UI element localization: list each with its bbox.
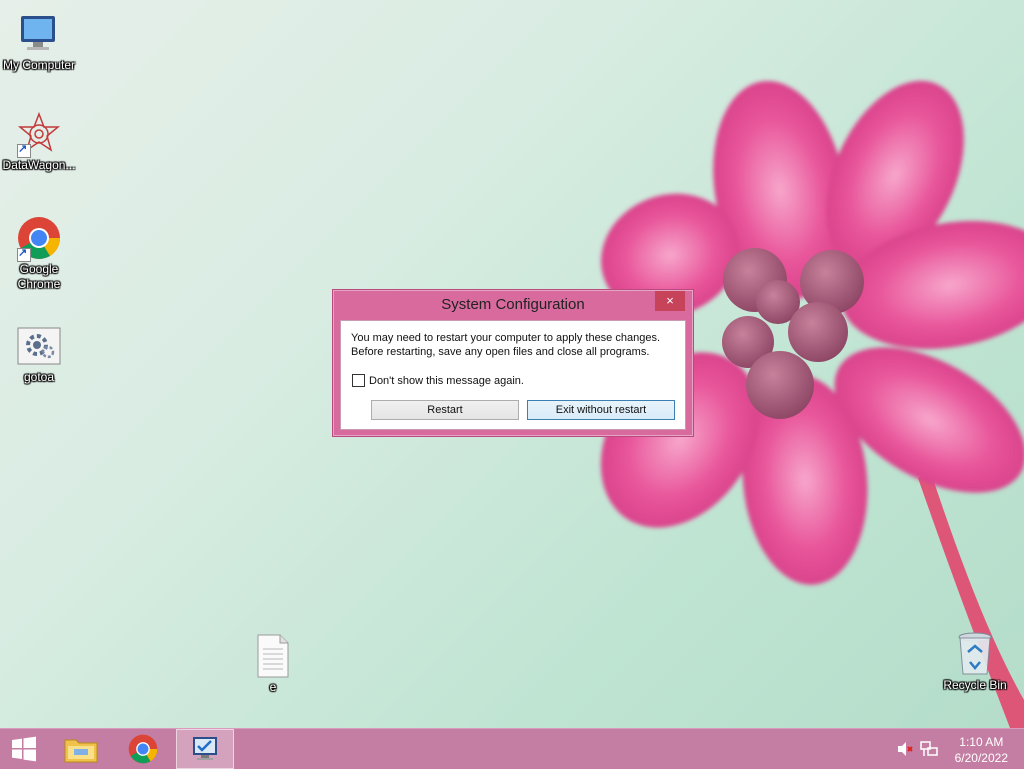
dialog-message: You may need to restart your computer to…: [351, 331, 660, 359]
desktop-icon-google-chrome[interactable]: Google Chrome: [0, 216, 78, 292]
desktop-icon-label: My Computer: [2, 58, 76, 72]
desktop-icon-datawagon[interactable]: DataWagon...: [0, 112, 78, 173]
settings-gear-icon: [15, 324, 63, 368]
taskbar-system-configuration[interactable]: [176, 729, 234, 769]
clock-time: 1:10 AM: [959, 735, 1004, 749]
recycle-bin-icon: [951, 632, 999, 676]
text-file-icon: [249, 634, 297, 678]
dialog-titlebar[interactable]: System Configuration ×: [333, 290, 693, 320]
dont-show-again-label[interactable]: Don't show this message again.: [369, 375, 524, 387]
exit-without-restart-button[interactable]: Exit without restart: [527, 400, 675, 420]
dialog-content: You may need to restart your computer to…: [340, 320, 686, 430]
taskbar-file-explorer[interactable]: [52, 729, 110, 769]
network-icon[interactable]: [920, 741, 938, 757]
taskbar: 1:10 AM 6/20/2022: [0, 728, 1024, 769]
dont-show-again-checkbox[interactable]: [352, 374, 365, 387]
datawagon-icon: [15, 112, 63, 158]
dialog-title: System Configuration: [441, 296, 585, 313]
message-line-2: Before restarting, save any open files a…: [351, 346, 650, 358]
taskbar-clock[interactable]: 1:10 AM 6/20/2022: [955, 734, 1008, 766]
windows-logo-icon: [12, 736, 36, 762]
message-line-1: You may need to restart your computer to…: [351, 332, 660, 344]
volume-muted-icon[interactable]: [896, 741, 914, 757]
desktop-icon-label: Recycle Bin: [943, 678, 1007, 692]
close-button[interactable]: ×: [655, 291, 685, 311]
desktop-icon-gotoa[interactable]: gotoa: [0, 324, 78, 385]
clock-date: 6/20/2022: [954, 751, 1008, 765]
system-configuration-icon: [193, 737, 217, 760]
folder-icon: [64, 739, 98, 763]
computer-icon: [15, 12, 63, 56]
desktop-icon-label: DataWagon...: [2, 158, 76, 172]
chrome-icon: [15, 216, 63, 262]
start-button[interactable]: [0, 729, 48, 769]
dont-show-again-option[interactable]: Don't show this message again.: [352, 374, 524, 387]
desktop-icon-my-computer[interactable]: My Computer: [0, 12, 78, 73]
restart-button[interactable]: Restart: [371, 400, 519, 420]
taskbar-google-chrome[interactable]: [114, 729, 172, 769]
chrome-icon: [128, 734, 158, 764]
desktop-icon-label: Google Chrome: [17, 262, 61, 291]
desktop-icon-recycle-bin[interactable]: Recycle Bin: [936, 632, 1014, 693]
desktop-icon-label: gotoa: [23, 370, 55, 384]
shortcut-arrow-icon: [17, 246, 31, 262]
desktop-icon-file-e[interactable]: e: [234, 634, 312, 695]
shortcut-arrow-icon: [17, 142, 31, 158]
system-configuration-dialog: System Configuration × You may need to r…: [332, 289, 694, 437]
desktop-icon-label: e: [269, 680, 277, 694]
